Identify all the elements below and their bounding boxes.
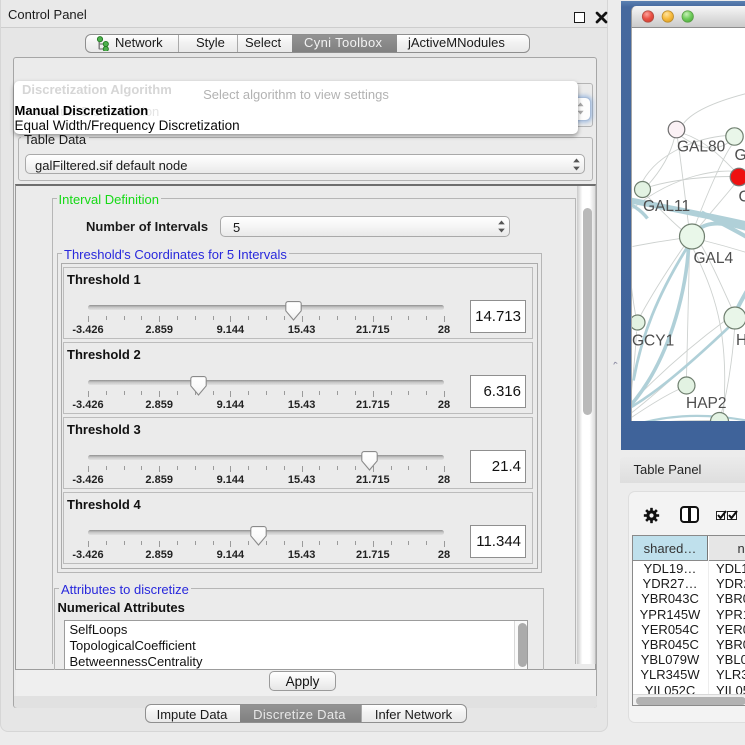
svg-text:GA: GA xyxy=(734,147,745,164)
svg-text:GAL11: GAL11 xyxy=(643,198,690,215)
svg-text:GAL80: GAL80 xyxy=(677,138,726,155)
svg-text:GAL4: GAL4 xyxy=(693,250,733,267)
svg-text:C: C xyxy=(738,188,745,205)
svg-text:H: H xyxy=(736,332,745,349)
svg-text:GCY1: GCY1 xyxy=(632,332,674,349)
svg-text:HAP2: HAP2 xyxy=(686,395,727,412)
